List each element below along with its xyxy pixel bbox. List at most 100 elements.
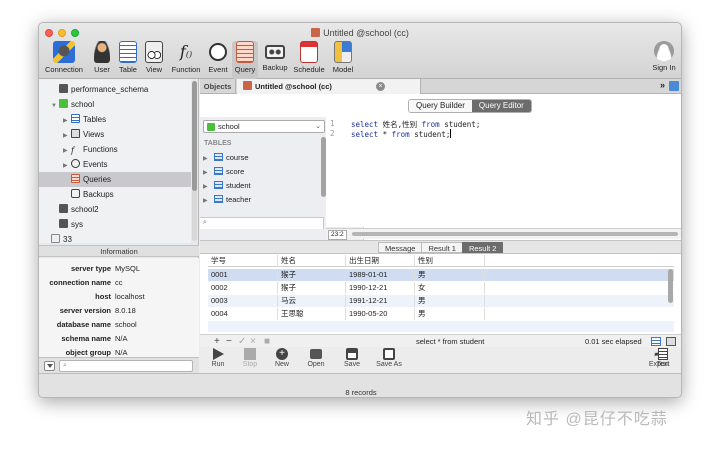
expand-arrow-icon[interactable]: ▶	[203, 195, 211, 208]
result-tabs: Message Result 1 Result 2	[200, 240, 681, 254]
toolbar-user[interactable]: User	[91, 41, 113, 79]
tab-result-1[interactable]: Result 1	[421, 242, 463, 253]
sql-editor[interactable]: 1 select 姓名,性别 from student; 2 select * …	[326, 117, 681, 227]
column-header[interactable]: 学号	[208, 255, 278, 267]
close-tab-icon[interactable]: ×	[376, 82, 385, 91]
toolbar-schedule[interactable]: Schedule	[292, 41, 326, 79]
table-row[interactable]: 0003 马云 1991-12-21 男	[208, 295, 674, 307]
table-list-item[interactable]: ▶ score	[203, 165, 244, 178]
open-button[interactable]: Open	[304, 348, 328, 368]
tree-item-functions[interactable]: ▶ f Functions	[39, 142, 191, 157]
table-cell[interactable]: 0001	[208, 269, 278, 281]
table-row[interactable]	[208, 321, 674, 332]
info-row: server type MySQL	[70, 264, 141, 273]
toolbar-table[interactable]: Table	[117, 41, 139, 79]
grid-view-icon[interactable]	[651, 337, 661, 346]
new-query-icon[interactable]	[669, 81, 679, 91]
tab-bar: Objects Untitled @school (cc) × »	[200, 79, 681, 94]
table-cell[interactable]: 猴子	[278, 269, 346, 281]
table-row[interactable]: 0004 王思聪 1990-05-20 男	[208, 308, 674, 320]
table-cell[interactable]: 1989-01-01	[346, 269, 415, 281]
titlebar: Untitled @school (cc) Connection User Ta…	[39, 23, 681, 79]
search-icon: ⌕	[63, 362, 67, 369]
tree-item-views[interactable]: ▶ Views	[39, 127, 191, 142]
tree-item-33[interactable]: 33	[39, 232, 191, 243]
form-view-icon[interactable]	[666, 337, 676, 346]
tree-item-queries[interactable]: Queries	[39, 172, 191, 187]
table-cell[interactable]: 男	[415, 308, 485, 320]
table-cell[interactable]: 女	[415, 282, 485, 294]
tab-result-2[interactable]: Result 2	[461, 242, 504, 253]
toolbar-model[interactable]: Model	[330, 41, 356, 79]
table-row[interactable]: 0001 猴子 1989-01-01 男	[208, 269, 674, 281]
more-tabs-icon[interactable]: »	[660, 80, 665, 90]
new-button[interactable]: + New	[270, 348, 294, 368]
cursor-position: 23:2	[328, 230, 347, 240]
tree-item-sys[interactable]: sys	[39, 217, 191, 232]
table-cell[interactable]: 1991-12-21	[346, 295, 415, 307]
table-cell[interactable]: 1990-05-20	[346, 308, 415, 320]
toolbar-view[interactable]: View	[143, 41, 165, 79]
tree-item-tables[interactable]: ▶ Tables	[39, 112, 191, 127]
save-as-button[interactable]: Save As	[372, 348, 406, 368]
watermark: 知乎 @昆仔不吃蒜	[526, 411, 668, 428]
save-as-icon	[383, 348, 395, 360]
info-row: database name school	[56, 320, 137, 329]
tab-message[interactable]: Message	[378, 242, 423, 253]
table-cell[interactable]: 1990-12-21	[346, 282, 415, 294]
save-button[interactable]: Save	[340, 348, 364, 368]
grid-scrollbar[interactable]	[668, 269, 673, 303]
database-select[interactable]: school ⌄	[203, 120, 325, 133]
text-button[interactable]: Text	[651, 348, 675, 368]
column-header[interactable]: 姓名	[278, 255, 346, 267]
table-cell[interactable]: 猴子	[278, 282, 346, 294]
editor-hscrollbar[interactable]	[352, 232, 678, 236]
tab-objects[interactable]: Objects	[200, 79, 236, 94]
query-builder-button[interactable]: Query Builder	[409, 100, 472, 112]
tree-item-backups[interactable]: Backups	[39, 187, 191, 202]
tree-item-school2[interactable]: school2	[39, 202, 191, 217]
toolbar-backup[interactable]: Backup	[261, 41, 289, 79]
schedule-icon	[300, 41, 318, 63]
toolbar-query[interactable]: Query	[232, 41, 258, 79]
table-list-item[interactable]: ▶ course	[203, 151, 249, 164]
table-list-item[interactable]: ▶ teacher	[203, 193, 251, 206]
tree-item-events[interactable]: ▶ Events	[39, 157, 191, 172]
table-cell[interactable]: 男	[415, 269, 485, 281]
chevron-down-icon: ⌄	[315, 123, 321, 130]
toolbar-event[interactable]: Event	[207, 41, 229, 79]
code-keyword: from	[391, 130, 410, 139]
stop-icon	[244, 348, 256, 360]
filter-menu-button[interactable]	[44, 361, 55, 371]
sign-in-button[interactable]: Sign In	[649, 41, 679, 79]
table-cell[interactable]: 0004	[208, 308, 278, 320]
tree-item-performance-schema[interactable]: performance_schema	[39, 82, 191, 97]
stop-button[interactable]: Stop	[238, 348, 262, 368]
new-icon: +	[276, 348, 288, 360]
tree-scroll-thumb[interactable]	[192, 81, 197, 191]
query-icon	[71, 174, 80, 183]
toolbar-function[interactable]: f() Function	[169, 41, 203, 79]
column-header[interactable]: 出生日期	[346, 255, 415, 267]
table-cell[interactable]: 0003	[208, 295, 278, 307]
table-cell[interactable]: 王思聪	[278, 308, 346, 320]
tables-search-input[interactable]: ⌕	[200, 217, 324, 229]
table-cell[interactable]: 马云	[278, 295, 346, 307]
sidebar-search-input[interactable]: ⌕	[59, 360, 193, 372]
table-list-item[interactable]: ▶ student	[203, 179, 251, 192]
column-header[interactable]: 性别	[415, 255, 485, 267]
line-number: 1	[330, 119, 335, 128]
tree-item-school[interactable]: ▼ school	[39, 97, 191, 112]
table-cell[interactable]: 男	[415, 295, 485, 307]
tree-scrollbar[interactable]	[192, 81, 197, 241]
query-editor-button[interactable]: Query Editor	[471, 100, 531, 112]
text-cursor	[450, 129, 452, 138]
table-cell[interactable]: 0002	[208, 282, 278, 294]
run-button[interactable]: Run	[206, 348, 230, 368]
table-row[interactable]: 0002 猴子 1990-12-21 女	[208, 282, 674, 294]
tab-query[interactable]: Untitled @school (cc)	[237, 79, 421, 94]
toolbar-connection[interactable]: Connection	[43, 41, 85, 79]
table-icon	[214, 167, 223, 175]
connection-icon	[51, 234, 60, 243]
code-text: 姓名,性别	[378, 120, 422, 129]
